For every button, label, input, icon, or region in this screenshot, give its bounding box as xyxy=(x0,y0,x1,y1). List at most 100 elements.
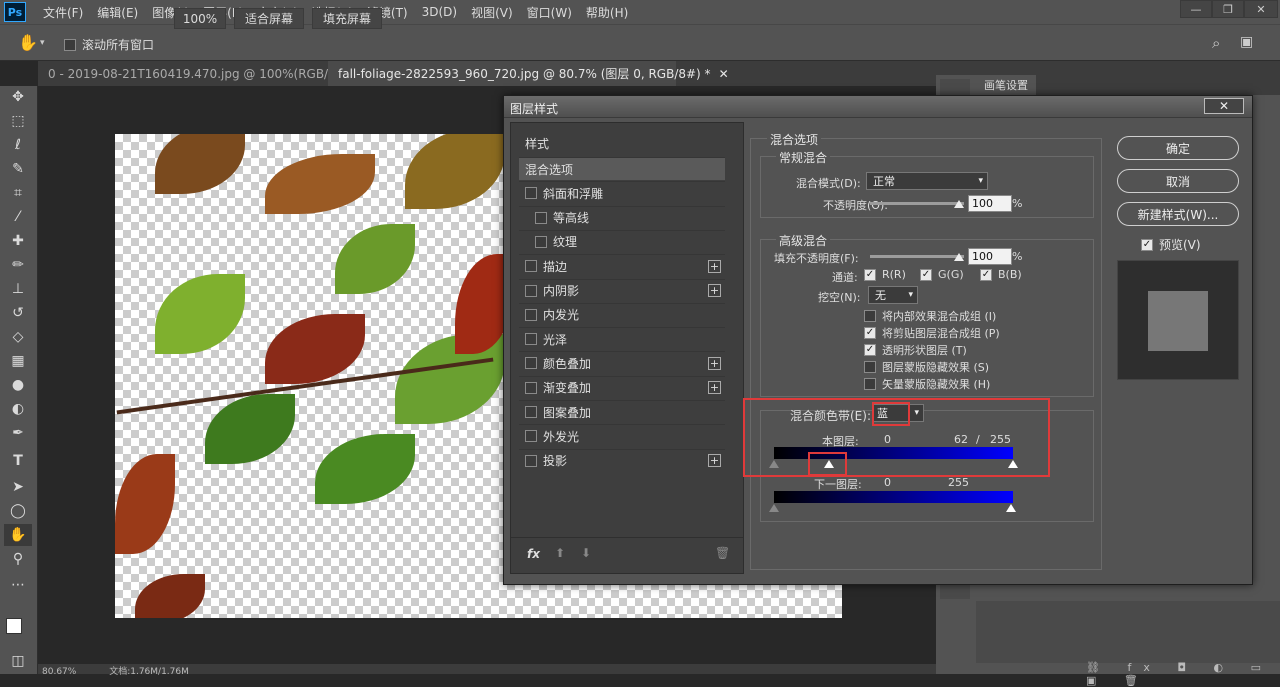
scroll-all-windows-checkbox[interactable]: 滚动所有窗口 xyxy=(64,36,154,53)
checkbox-icon[interactable] xyxy=(525,357,537,370)
advanced-option-checkbox[interactable]: ✓ 将剪贴图层混合成组 (P) xyxy=(864,325,1000,341)
style-item[interactable]: 混合选项 xyxy=(519,157,725,180)
add-icon[interactable]: + xyxy=(708,454,721,468)
restore-icon[interactable]: ❐ xyxy=(1212,0,1244,18)
trash-icon[interactable]: 🗑 xyxy=(715,546,730,560)
foreground-color-swatch[interactable] xyxy=(6,618,22,634)
history-brush-icon[interactable]: ↺ xyxy=(4,302,32,324)
fill-opacity-slider-track[interactable] xyxy=(870,255,964,258)
opacity-slider-thumb[interactable] xyxy=(954,200,964,208)
add-icon[interactable]: + xyxy=(708,356,721,370)
search-icon[interactable]: ⌕ xyxy=(1212,34,1220,52)
path-select-icon[interactable]: ➤ xyxy=(4,476,32,498)
advanced-option-checkbox[interactable]: 将内部效果混合成组 (I) xyxy=(864,308,996,324)
style-item[interactable]: 纹理 xyxy=(519,229,725,253)
style-item[interactable]: 等高线 xyxy=(519,205,725,229)
new-style-button[interactable]: 新建样式(W)... xyxy=(1117,202,1239,226)
checkbox-icon[interactable] xyxy=(525,333,537,346)
hand-tool-icon[interactable]: ✋ xyxy=(4,524,32,546)
blur-tool-icon[interactable]: ● xyxy=(4,374,32,396)
menu-view[interactable]: 视图(V) xyxy=(464,4,520,21)
style-item[interactable]: 图案叠加 xyxy=(519,400,725,423)
menu-help[interactable]: 帮助(H) xyxy=(579,4,635,21)
style-item[interactable]: 描边 + xyxy=(519,254,725,277)
style-item[interactable]: 颜色叠加 + xyxy=(519,351,725,374)
checkbox-icon[interactable] xyxy=(525,430,537,443)
move-down-icon[interactable]: ⬇ xyxy=(581,546,591,560)
dialog-close-button[interactable]: ✕ xyxy=(1204,98,1244,114)
advanced-option-checkbox[interactable]: 图层蒙版隐藏效果 (S) xyxy=(864,359,989,375)
style-item[interactable]: 外发光 xyxy=(519,424,725,447)
minimize-icon[interactable]: — xyxy=(1180,0,1212,18)
style-item[interactable]: 投影 + xyxy=(519,448,725,472)
channel-r-checkbox[interactable]: ✓ R(R) xyxy=(864,268,906,281)
add-icon[interactable]: + xyxy=(708,259,721,273)
type-tool-icon[interactable]: T xyxy=(4,450,32,472)
stamp-tool-icon[interactable]: ⊥ xyxy=(4,278,32,300)
checkbox-icon[interactable] xyxy=(525,406,537,418)
quick-select-tool-icon[interactable]: ✎ xyxy=(4,158,32,180)
crop-tool-icon[interactable]: ⌗ xyxy=(4,182,32,204)
style-item[interactable]: 内阴影 + xyxy=(519,278,725,302)
fit-screen-button[interactable]: 适合屏幕 xyxy=(234,8,304,29)
styles-header[interactable]: 样式 xyxy=(525,135,549,152)
style-item[interactable]: 光泽 xyxy=(519,327,725,350)
close-icon[interactable]: ✕ xyxy=(719,67,729,81)
checkbox-icon[interactable] xyxy=(525,284,537,297)
style-item[interactable]: 斜面和浮雕 xyxy=(519,181,725,204)
menu-3d[interactable]: 3D(D) xyxy=(415,5,464,19)
checkbox-icon[interactable] xyxy=(535,235,547,248)
opacity-input[interactable]: 100 xyxy=(968,195,1012,212)
checkbox-icon[interactable] xyxy=(525,381,537,394)
menu-window[interactable]: 窗口(W) xyxy=(520,4,579,21)
workspace-icon[interactable]: ▣ xyxy=(1240,34,1253,50)
channel-b-checkbox[interactable]: ✓ B(B) xyxy=(980,268,1022,281)
eraser-tool-icon[interactable]: ◇ xyxy=(4,326,32,348)
advanced-option-checkbox[interactable]: 矢量蒙版隐藏效果 (H) xyxy=(864,376,990,392)
channel-g-checkbox[interactable]: ✓ G(G) xyxy=(920,268,964,281)
gradient-tool-icon[interactable]: ▦ xyxy=(4,350,32,372)
checkbox-icon[interactable] xyxy=(535,211,547,224)
fx-button[interactable]: fx xyxy=(527,547,540,561)
checkbox-icon[interactable] xyxy=(525,187,537,200)
preview-checkbox[interactable]: ✓ 预览(V) xyxy=(1141,236,1201,253)
tab-document-1[interactable]: 0 - 2019-08-21T160419.470.jpg @ 100%(RGB… xyxy=(38,61,369,86)
style-item[interactable]: 内发光 xyxy=(519,302,725,326)
tab-brush-settings[interactable]: 画笔设置 xyxy=(976,75,1036,95)
underlying-black-slider[interactable] xyxy=(769,504,779,512)
cancel-button[interactable]: 取消 xyxy=(1117,169,1239,193)
quick-mask-icon[interactable]: ◫ xyxy=(4,650,32,672)
ellipse-tool-icon[interactable]: ◯ xyxy=(4,500,32,522)
add-icon[interactable]: + xyxy=(708,381,721,395)
fill-screen-button[interactable]: 填充屏幕 xyxy=(312,8,382,29)
advanced-option-checkbox[interactable]: ✓ 透明形状图层 (T) xyxy=(864,342,967,358)
marquee-tool-icon[interactable]: ⬚ xyxy=(4,110,32,132)
ok-button[interactable]: 确定 xyxy=(1117,136,1239,160)
menu-edit[interactable]: 编辑(E) xyxy=(90,4,145,21)
more-tools-icon[interactable]: ⋯ xyxy=(4,574,32,596)
checkbox-icon[interactable] xyxy=(525,308,537,321)
healing-tool-icon[interactable]: ✚ xyxy=(4,230,32,252)
knockout-select[interactable]: 无 ▾ xyxy=(868,286,918,304)
checkbox-icon[interactable] xyxy=(525,260,537,273)
close-window-icon[interactable]: ✕ xyxy=(1244,0,1278,18)
fill-opacity-slider-thumb[interactable] xyxy=(954,253,964,261)
checkbox-icon[interactable] xyxy=(525,454,537,467)
underlying-white-slider[interactable] xyxy=(1006,504,1016,512)
dialog-titlebar[interactable]: 图层样式 ✕ xyxy=(504,96,1252,118)
blend-mode-select[interactable]: 正常 ▾ xyxy=(866,172,988,190)
brush-tool-icon[interactable]: ✏ xyxy=(4,254,32,276)
tab-document-2[interactable]: fall-foliage-2822593_960_720.jpg @ 80.7%… xyxy=(328,61,729,86)
lasso-tool-icon[interactable]: ℓ xyxy=(4,134,32,156)
add-icon[interactable]: + xyxy=(708,284,721,297)
hand-tool-icon[interactable]: ✋ xyxy=(18,33,38,52)
menu-file[interactable]: 文件(F) xyxy=(36,4,90,21)
opacity-slider-track[interactable] xyxy=(870,202,964,205)
zoom-tool-icon[interactable]: ⚲ xyxy=(4,548,32,570)
chevron-down-icon[interactable]: ▾ xyxy=(40,38,45,48)
zoom-value-button[interactable]: 100% xyxy=(174,8,226,29)
move-tool-icon[interactable]: ✥ xyxy=(4,86,32,108)
pen-tool-icon[interactable]: ✒ xyxy=(4,422,32,444)
layers-footer-icons[interactable]: ⛓ fx ◘ ◐ ▭ ▣ 🗑 xyxy=(1086,661,1280,687)
dodge-tool-icon[interactable]: ◐ xyxy=(4,398,32,420)
